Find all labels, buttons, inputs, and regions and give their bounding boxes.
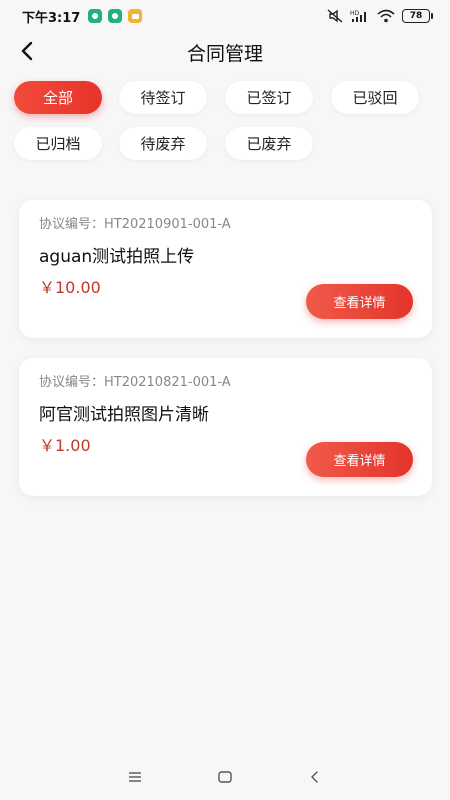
filter-chip-signed[interactable]: 已签订	[225, 81, 313, 114]
filter-chip-voided[interactable]: 已废弃	[225, 127, 313, 160]
svg-text:HD: HD	[350, 10, 360, 17]
contract-price: ￥10.00	[39, 278, 101, 297]
system-back-button[interactable]	[300, 762, 330, 792]
filter-chip-pending-void[interactable]: 待废弃	[119, 127, 207, 160]
message-icon	[128, 9, 143, 23]
view-details-button[interactable]: 查看详情	[306, 284, 413, 319]
mute-icon	[327, 9, 343, 23]
app-notification-icon	[88, 9, 103, 23]
wifi-icon	[377, 9, 395, 23]
contract-code: 协议编号：HT20210821-001-A	[39, 375, 231, 390]
view-details-button[interactable]: 查看详情	[306, 442, 413, 477]
contract-price: ￥1.00	[39, 436, 91, 455]
contract-card: 协议编号：HT20210901-001-A aguan测试拍照上传 ￥10.00…	[19, 200, 432, 338]
hd-signal-icon: HD	[350, 10, 366, 22]
app-notification-icon	[108, 9, 123, 23]
status-left: 下午3:17	[22, 7, 143, 26]
filter-chip-all[interactable]: 全部	[14, 81, 102, 114]
filter-chip-archived[interactable]: 已归档	[14, 127, 102, 160]
filter-chip-rejected[interactable]: 已驳回	[331, 81, 419, 114]
screen: 下午3:17 HD 78 合同管理 全部 待签订 已签订 已驳回 已归档 待废弃…	[0, 0, 450, 800]
contract-name: aguan测试拍照上传	[39, 247, 195, 267]
home-icon	[218, 771, 232, 783]
home-button[interactable]	[210, 762, 240, 792]
status-time: 下午3:17	[22, 10, 81, 26]
filter-chip-pending-sign[interactable]: 待签订	[119, 81, 207, 114]
battery-icon: 78	[402, 9, 433, 23]
menu-button[interactable]	[120, 762, 150, 792]
menu-icon	[129, 772, 141, 782]
status-bar: 下午3:17 HD 78	[0, 0, 450, 32]
back-icon	[311, 771, 318, 783]
system-nav-bar	[0, 754, 450, 800]
header: 合同管理	[0, 32, 450, 72]
contract-code: 协议编号：HT20210901-001-A	[39, 217, 231, 232]
status-right: HD 78	[327, 9, 433, 23]
contract-card: 协议编号：HT20210821-001-A 阿官测试拍照图片清晰 ￥1.00 查…	[19, 358, 432, 496]
contract-name: 阿官测试拍照图片清晰	[39, 405, 209, 425]
page-title: 合同管理	[186, 43, 263, 65]
